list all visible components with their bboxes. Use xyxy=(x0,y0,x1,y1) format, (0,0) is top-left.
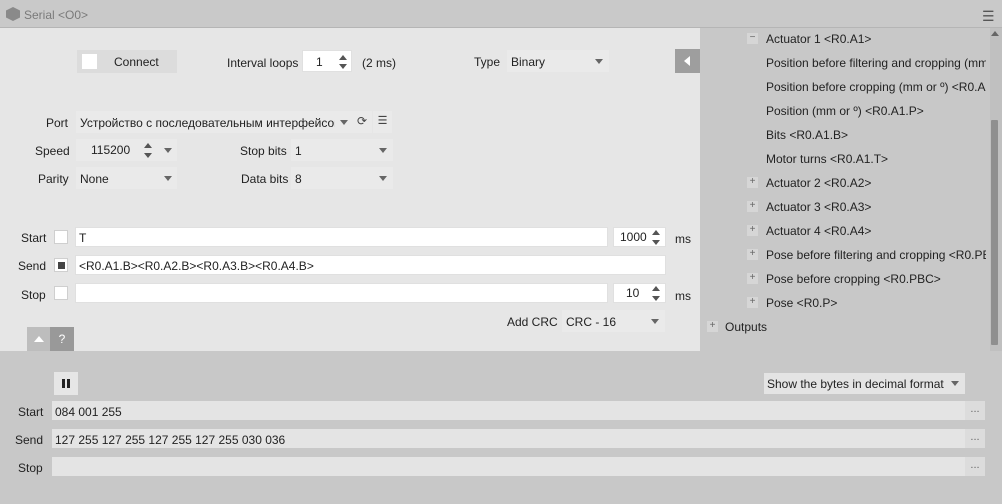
stop-ms-up-icon[interactable] xyxy=(652,286,660,291)
tree-item-outputs[interactable]: Outputs xyxy=(725,320,767,334)
crc-label: Add CRC xyxy=(507,315,558,329)
chevron-left-icon xyxy=(684,56,690,66)
scroll-up-icon[interactable] xyxy=(991,31,999,36)
expand-icon[interactable]: + xyxy=(747,177,758,188)
help-tab[interactable]: ? xyxy=(50,327,74,351)
frame-stop-label: Stop xyxy=(21,288,46,302)
expand-icon[interactable]: + xyxy=(747,201,758,212)
frame-send-value: <R0.A1.B><R0.A2.B><R0.A3.B><R0.A4.B> xyxy=(79,259,314,273)
databits-chevron-down-icon xyxy=(379,176,387,181)
menu-icon[interactable]: ☰ xyxy=(982,8,995,25)
stopbits-label: Stop bits xyxy=(240,144,287,158)
stop-ms-down-icon[interactable] xyxy=(652,296,660,301)
databits-label: Data bits xyxy=(241,172,289,186)
databits-select[interactable] xyxy=(291,167,393,189)
monitor-send-label: Send xyxy=(15,433,44,447)
port-label: Port xyxy=(46,116,69,130)
stopbits-chevron-down-icon xyxy=(379,148,387,153)
chevron-up-icon xyxy=(34,336,44,342)
frame-start-ms-value: 1000 xyxy=(620,230,647,244)
parity-label: Parity xyxy=(38,172,69,186)
connect-label: Connect xyxy=(114,55,159,69)
tree-item-actuator-3[interactable]: Actuator 3 <R0.A3> xyxy=(766,200,871,214)
expand-icon[interactable]: + xyxy=(747,225,758,236)
tree-item-pose-bfc[interactable]: Pose before filtering and cropping <R0.P… xyxy=(766,248,986,262)
tree-item-actuator-2[interactable]: Actuator 2 <R0.A2> xyxy=(766,176,871,190)
frame-start-input[interactable] xyxy=(75,227,608,247)
tree-item-position[interactable]: Position (mm or º) <R0.A1.P> xyxy=(766,104,924,118)
expand-icon[interactable]: + xyxy=(707,321,718,332)
start-ms-up-icon[interactable] xyxy=(652,230,660,235)
monitor-stop-label: Stop xyxy=(18,461,43,475)
expand-icon[interactable]: + xyxy=(747,297,758,308)
byte-format-chevron-down-icon xyxy=(951,381,959,386)
monitor-stop-more-button[interactable]: ... xyxy=(965,457,985,476)
databits-value: 8 xyxy=(295,172,302,186)
interval-label: Interval loops xyxy=(227,56,299,70)
pause-icon xyxy=(67,379,70,388)
type-value: Binary xyxy=(511,55,546,69)
port-value: Устройство с последовательным интерфейсо… xyxy=(80,116,335,130)
scrollbar-thumb[interactable] xyxy=(991,120,998,345)
monitor-start-label: Start xyxy=(18,405,44,419)
frame-start-label: Start xyxy=(21,231,47,245)
collapse-icon[interactable]: − xyxy=(747,33,758,44)
tree-item-bits[interactable]: Bits <R0.A1.B> xyxy=(766,128,848,142)
frame-start-checkbox[interactable] xyxy=(54,230,68,244)
pause-button[interactable] xyxy=(54,372,78,395)
monitor-send-more-button[interactable]: ... xyxy=(965,429,985,448)
frame-start-ms-unit: ms xyxy=(675,232,691,246)
frame-stop-ms-unit: ms xyxy=(675,289,691,303)
byte-format-value: Show the bytes in decimal format xyxy=(767,377,944,391)
parity-value: None xyxy=(80,172,109,186)
speed-down-icon[interactable] xyxy=(144,153,152,158)
window-title: Serial <O0> xyxy=(24,8,89,22)
speed-value: 115200 xyxy=(91,143,131,157)
frame-start-value: T xyxy=(79,231,87,245)
stopbits-select[interactable] xyxy=(291,139,393,161)
tree-item-actuator-4[interactable]: Actuator 4 <R0.A4> xyxy=(766,224,871,238)
monitor-start-bytes: 084 001 255 xyxy=(55,405,122,419)
checkbox-mark-icon xyxy=(58,262,65,269)
port-chevron-down-icon xyxy=(340,120,348,125)
speed-up-icon[interactable] xyxy=(144,143,152,148)
start-ms-down-icon[interactable] xyxy=(652,240,660,245)
refresh-ports-icon[interactable]: ⟳ xyxy=(352,111,372,133)
expand-icon[interactable]: + xyxy=(747,273,758,284)
tree-item-actuator-1[interactable]: Actuator 1 <R0.A1> xyxy=(766,32,871,46)
parity-chevron-down-icon xyxy=(164,176,172,181)
type-label: Type xyxy=(474,55,501,69)
tree-item-pose-bc[interactable]: Pose before cropping <R0.PBC> xyxy=(766,272,941,286)
tree-item-position-bc[interactable]: Position before cropping (mm or º) <R0.A… xyxy=(766,80,986,94)
tree-item-motor-turns[interactable]: Motor turns <R0.A1.T> xyxy=(766,152,888,166)
type-chevron-down-icon xyxy=(595,59,603,64)
monitor-send-bytes: 127 255 127 255 127 255 127 255 030 036 xyxy=(55,433,286,447)
interval-unit: (2 ms) xyxy=(362,56,396,70)
tree-item-pose[interactable]: Pose <R0.P> xyxy=(766,296,837,310)
stopbits-value: 1 xyxy=(295,144,302,158)
crc-value: CRC - 16 xyxy=(566,315,617,329)
frame-stop-ms-value: 10 xyxy=(626,286,640,300)
port-list-icon[interactable]: ☰ xyxy=(373,111,392,133)
monitor-stop-field xyxy=(52,457,965,476)
crc-chevron-down-icon xyxy=(651,319,659,324)
speed-label: Speed xyxy=(35,144,70,158)
expand-icon[interactable]: + xyxy=(747,249,758,260)
monitor-start-more-button[interactable]: ... xyxy=(965,401,985,420)
frame-stop-input[interactable] xyxy=(75,283,608,303)
interval-down-icon[interactable] xyxy=(339,64,347,69)
interval-value: 1 xyxy=(316,55,323,69)
frame-send-label: Send xyxy=(18,259,47,273)
tree-item-position-bfc[interactable]: Position before filtering and cropping (… xyxy=(766,56,986,70)
interval-up-icon[interactable] xyxy=(339,55,347,60)
pause-icon xyxy=(62,379,65,388)
title-bar xyxy=(0,0,1002,28)
connect-checkbox[interactable] xyxy=(82,54,97,69)
monitor-start-field xyxy=(52,401,965,420)
speed-chevron-down-icon xyxy=(164,148,172,153)
frame-stop-checkbox[interactable] xyxy=(54,286,68,300)
